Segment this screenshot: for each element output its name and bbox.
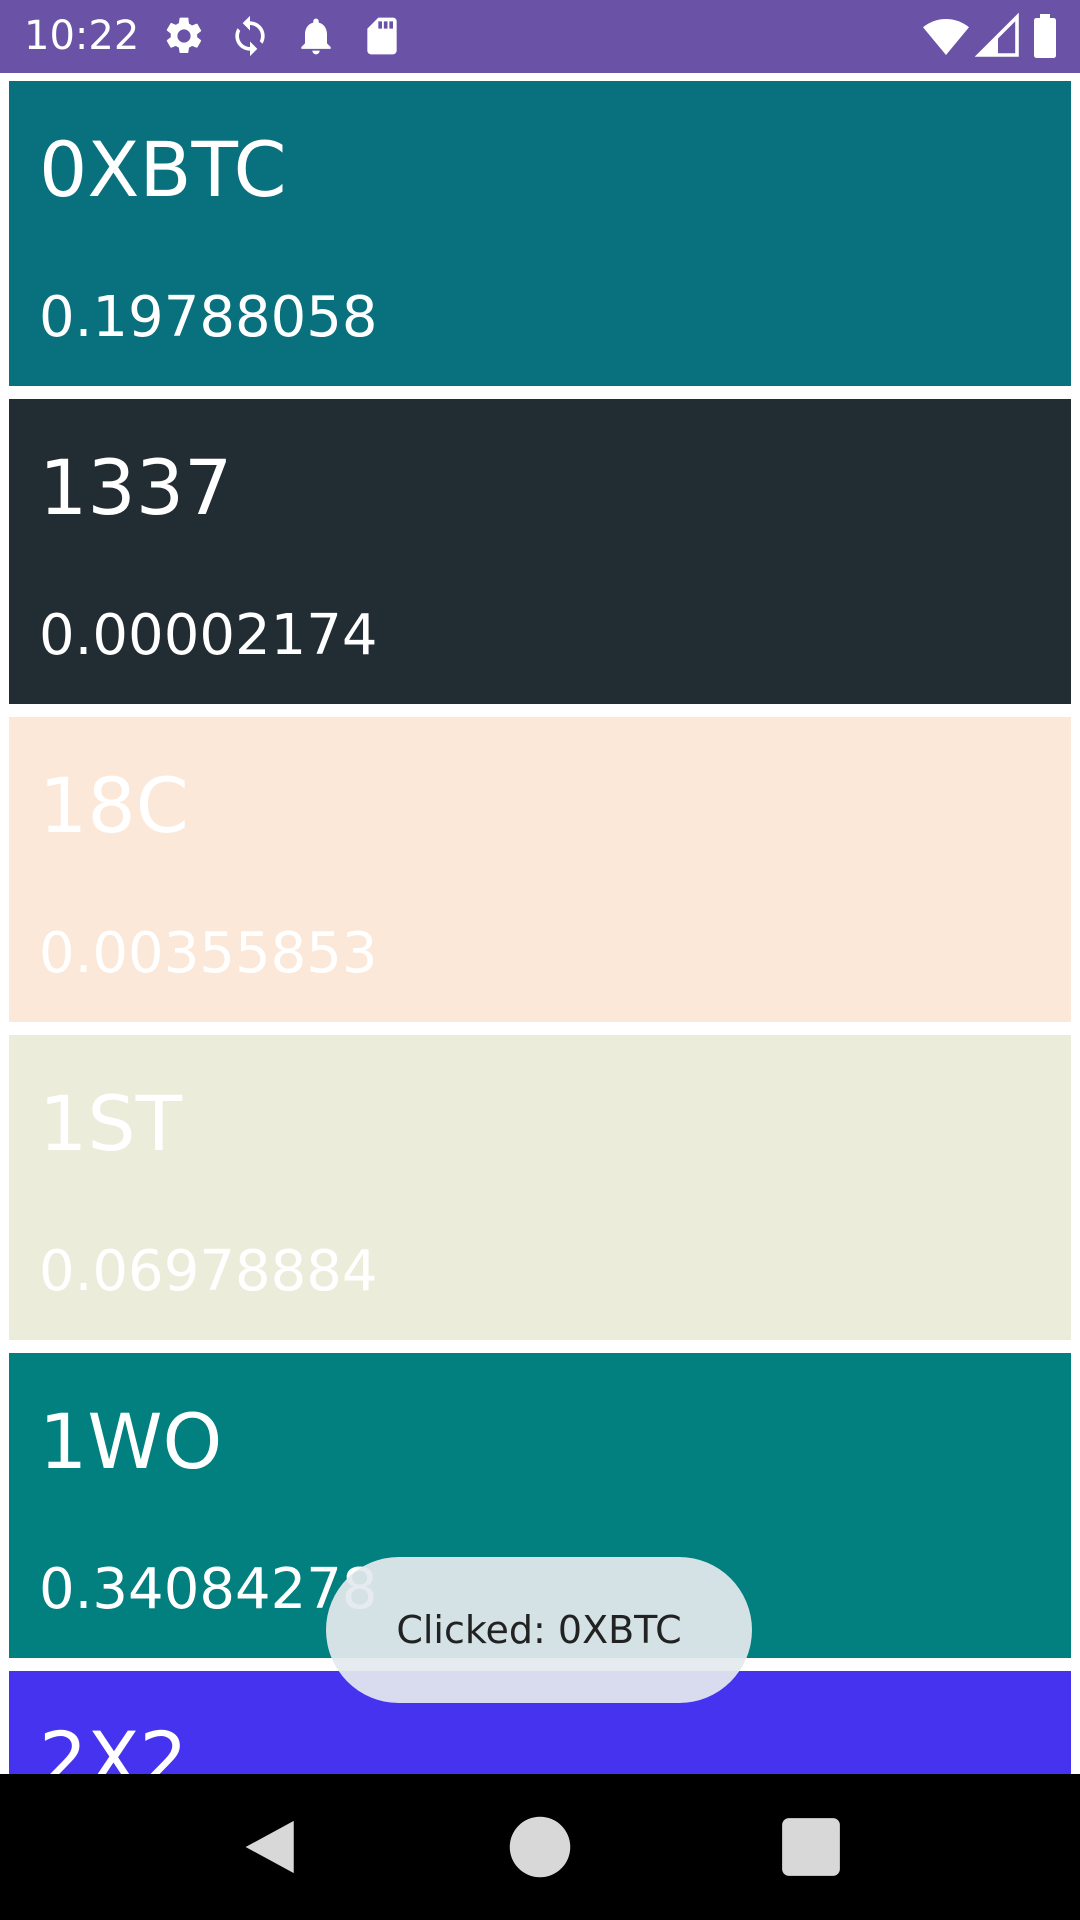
coin-card-0xbtc[interactable]: 0XBTC 0.19788058	[9, 81, 1071, 386]
battery-icon	[1034, 14, 1056, 58]
recents-icon[interactable]	[778, 1814, 844, 1880]
coin-card-1st[interactable]: 1ST 0.06978884	[9, 1035, 1071, 1340]
settings-icon	[166, 17, 202, 54]
coin-symbol: 2X2	[39, 1715, 188, 1774]
coin-card-1337[interactable]: 1337 0.00002174	[9, 399, 1071, 704]
toast: Clicked: 0XBTC	[326, 1557, 752, 1703]
coin-price: 0.00355853	[39, 921, 378, 986]
coin-symbol: 18C	[39, 761, 189, 850]
coin-price: 0.00002174	[39, 603, 378, 668]
coin-symbol: 1ST	[39, 1079, 183, 1168]
status-bar: 10:22	[0, 0, 1080, 73]
navigation-bar	[0, 1774, 1080, 1920]
toast-message: Clicked: 0XBTC	[396, 1608, 682, 1652]
back-icon[interactable]	[236, 1814, 302, 1880]
coin-list[interactable]: 0XBTC 0.19788058 1337 0.00002174 18C 0.0…	[0, 73, 1080, 1774]
coin-price: 0.34084278	[39, 1557, 378, 1622]
notification-bell-icon	[301, 18, 331, 55]
wifi-icon	[923, 19, 969, 55]
coin-price: 0.06978884	[39, 1239, 378, 1304]
coin-symbol: 1337	[39, 443, 233, 532]
home-icon[interactable]	[507, 1814, 573, 1880]
app-screen: 10:22 0XBTC 0.19788058 1337 0.00002174 1…	[0, 0, 1080, 1920]
cell-signal-icon	[974, 12, 1019, 57]
sync-icon	[235, 15, 265, 57]
coin-symbol: 0XBTC	[39, 125, 287, 214]
sd-card-icon	[367, 17, 397, 55]
status-time: 10:22	[24, 13, 140, 59]
coin-card-18c[interactable]: 18C 0.00355853	[9, 717, 1071, 1022]
coin-price: 0.19788058	[39, 285, 378, 350]
coin-symbol: 1WO	[39, 1397, 223, 1486]
